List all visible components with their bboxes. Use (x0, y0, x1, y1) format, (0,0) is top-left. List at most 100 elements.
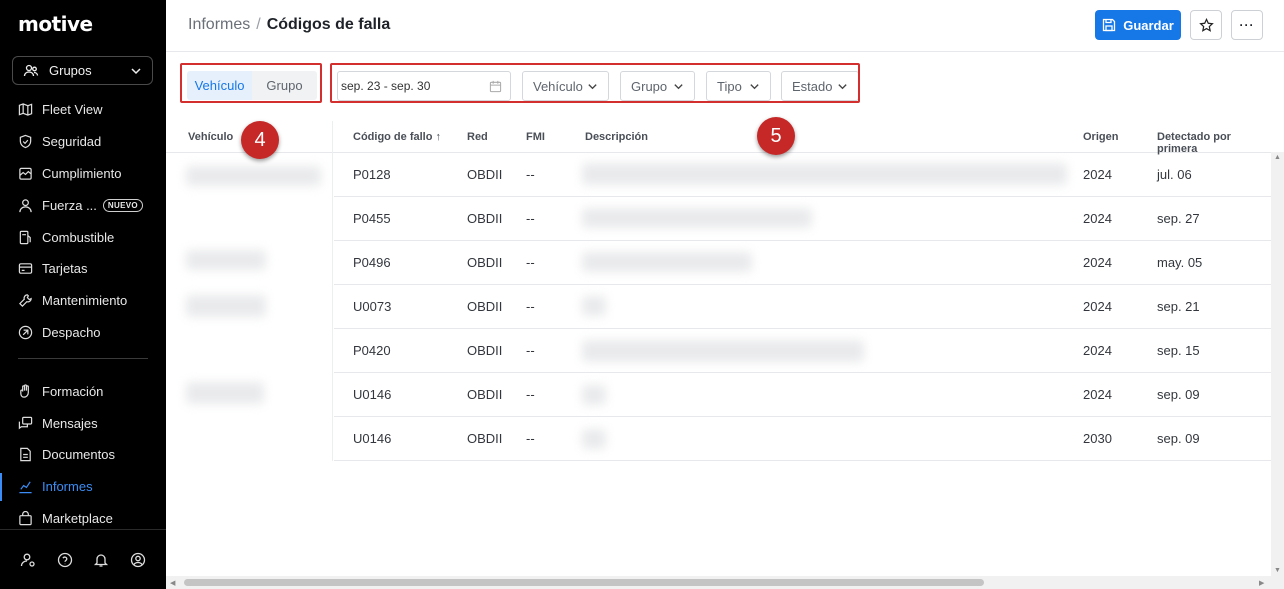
redacted-description (582, 340, 864, 362)
network-cell: OBDII (467, 299, 503, 314)
sidebar-item-label: Documentos (42, 447, 115, 463)
col-description[interactable]: Descripción (585, 131, 648, 143)
sidebar-item-label: Cumplimiento (42, 165, 122, 181)
code-cell: P0420 (353, 343, 391, 358)
detected-cell: sep. 27 (1157, 211, 1200, 226)
origin-cell: 2024 (1083, 211, 1112, 226)
sidebar-item-cumplimiento[interactable]: Cumplimiento (0, 158, 166, 190)
horizontal-scroll-thumb[interactable] (184, 579, 984, 586)
col-origin[interactable]: Origen (1083, 131, 1118, 143)
sidebar-item-label: Mantenimiento (42, 293, 128, 309)
save-button[interactable]: Guardar (1095, 10, 1181, 40)
redacted-vehicle (186, 250, 266, 270)
origin-cell: 2024 (1083, 343, 1112, 358)
clipboard-icon (19, 167, 32, 180)
account-icon[interactable] (130, 552, 146, 568)
page-header: Informes / Códigos de falla Guardar ··· (166, 0, 1284, 52)
sidebar-item-seguridad[interactable]: Seguridad (0, 126, 166, 158)
redacted-description (582, 429, 606, 449)
fmi-cell: -- (526, 387, 535, 402)
vertical-scrollbar[interactable]: ▲ ▼ (1271, 152, 1284, 589)
code-cell: U0146 (353, 431, 392, 446)
sidebar-item-label: Seguridad (42, 134, 102, 150)
breadcrumb-parent[interactable]: Informes (188, 16, 250, 34)
sidebar-divider (18, 358, 148, 360)
sidebar-item-label: Combustible (42, 229, 115, 245)
sidebar-item-label: Marketplace (42, 510, 113, 526)
scroll-up-icon[interactable]: ▲ (1274, 154, 1281, 161)
user-settings-icon[interactable] (20, 552, 36, 568)
message-icon (18, 416, 33, 429)
store-icon (19, 510, 32, 526)
redacted-description (582, 252, 752, 272)
network-cell: OBDII (467, 211, 503, 226)
sidebar-item-formacion[interactable]: Formación (0, 375, 166, 407)
redacted-description (582, 208, 812, 228)
code-cell: U0146 (353, 387, 392, 402)
detected-cell: sep. 09 (1157, 387, 1200, 402)
sidebar-item-documentos[interactable]: Documentos (0, 439, 166, 471)
page-title: Códigos de falla (266, 16, 391, 33)
card-icon (18, 263, 33, 275)
row-divider (334, 460, 1271, 461)
sidebar-item-mensajes[interactable]: Mensajes (0, 407, 166, 439)
col-code[interactable]: Código de fallo ↑ (353, 131, 441, 143)
code-cell: P0496 (353, 255, 391, 270)
redacted-vehicle (186, 295, 266, 317)
highlight-box-filters (330, 63, 860, 103)
sidebar-item-tarjetas[interactable]: Tarjetas (0, 253, 166, 285)
new-badge: NUEVO (102, 198, 143, 212)
motive-logo[interactable]: motive (18, 12, 93, 36)
person-icon (19, 199, 32, 212)
sidebar-item-combustible[interactable]: Combustible (0, 221, 166, 253)
highlight-box-toggle (180, 63, 322, 103)
users-icon (23, 64, 39, 76)
col-detected[interactable]: Detectado por primera (1157, 131, 1271, 155)
sidebar-item-label: Mensajes (42, 415, 98, 431)
star-icon (1198, 17, 1214, 32)
callout-badge: 5 (757, 117, 795, 155)
sidebar-item-label: Fuerza ... (42, 197, 97, 213)
scroll-down-icon[interactable]: ▼ (1274, 567, 1281, 574)
origin-cell: 2024 (1083, 255, 1112, 270)
detected-cell: sep. 09 (1157, 431, 1200, 446)
detected-cell: sep. 15 (1157, 343, 1200, 358)
col-vehicle[interactable]: Vehículo (188, 131, 233, 143)
sidebar-item-informes[interactable]: Informes (0, 471, 166, 503)
sidebar-item-mantenimiento[interactable]: Mantenimiento (0, 285, 166, 317)
origin-cell: 2024 (1083, 299, 1112, 314)
network-cell: OBDII (467, 431, 503, 446)
help-icon[interactable] (57, 552, 73, 568)
bell-icon[interactable] (93, 552, 109, 568)
more-options-button[interactable]: ··· (1231, 10, 1263, 40)
sidebar-item-fuerza[interactable]: Fuerza ... NUEVO (0, 189, 166, 221)
wrench-icon (19, 294, 32, 308)
sidebar: motive Grupos Fleet View Seguridad Cumpl… (0, 0, 166, 589)
network-cell: OBDII (467, 255, 503, 270)
scroll-right-icon[interactable]: ▶ (1259, 579, 1264, 587)
fmi-cell: -- (526, 211, 535, 226)
callout-badge: 4 (241, 121, 279, 159)
fmi-cell: -- (526, 343, 535, 358)
redacted-description (582, 163, 1067, 185)
network-cell: OBDII (467, 167, 503, 182)
redacted-description (582, 385, 606, 405)
save-button-label: Guardar (1123, 17, 1174, 33)
favorite-button[interactable] (1190, 10, 1222, 40)
scroll-left-icon[interactable]: ◀ (170, 579, 175, 587)
groups-select[interactable]: Grupos (12, 56, 153, 85)
col-network[interactable]: Red (467, 131, 488, 143)
sidebar-item-despacho[interactable]: Despacho (0, 317, 166, 349)
network-cell: OBDII (467, 387, 503, 402)
horizontal-scrollbar[interactable]: ◀ ▶ (166, 576, 1271, 589)
groups-select-label: Grupos (49, 63, 92, 78)
code-cell: U0073 (353, 299, 392, 314)
redacted-vehicle (186, 382, 264, 404)
sidebar-item-fleet-view[interactable]: Fleet View (0, 94, 166, 126)
shield-icon (19, 134, 32, 149)
hand-icon (20, 384, 29, 398)
sidebar-nav: Fleet View Seguridad Cumplimiento Fuerza… (0, 94, 166, 534)
detected-cell: may. 05 (1157, 255, 1203, 270)
sidebar-item-label: Formación (42, 383, 104, 399)
col-fmi[interactable]: FMI (526, 131, 545, 143)
